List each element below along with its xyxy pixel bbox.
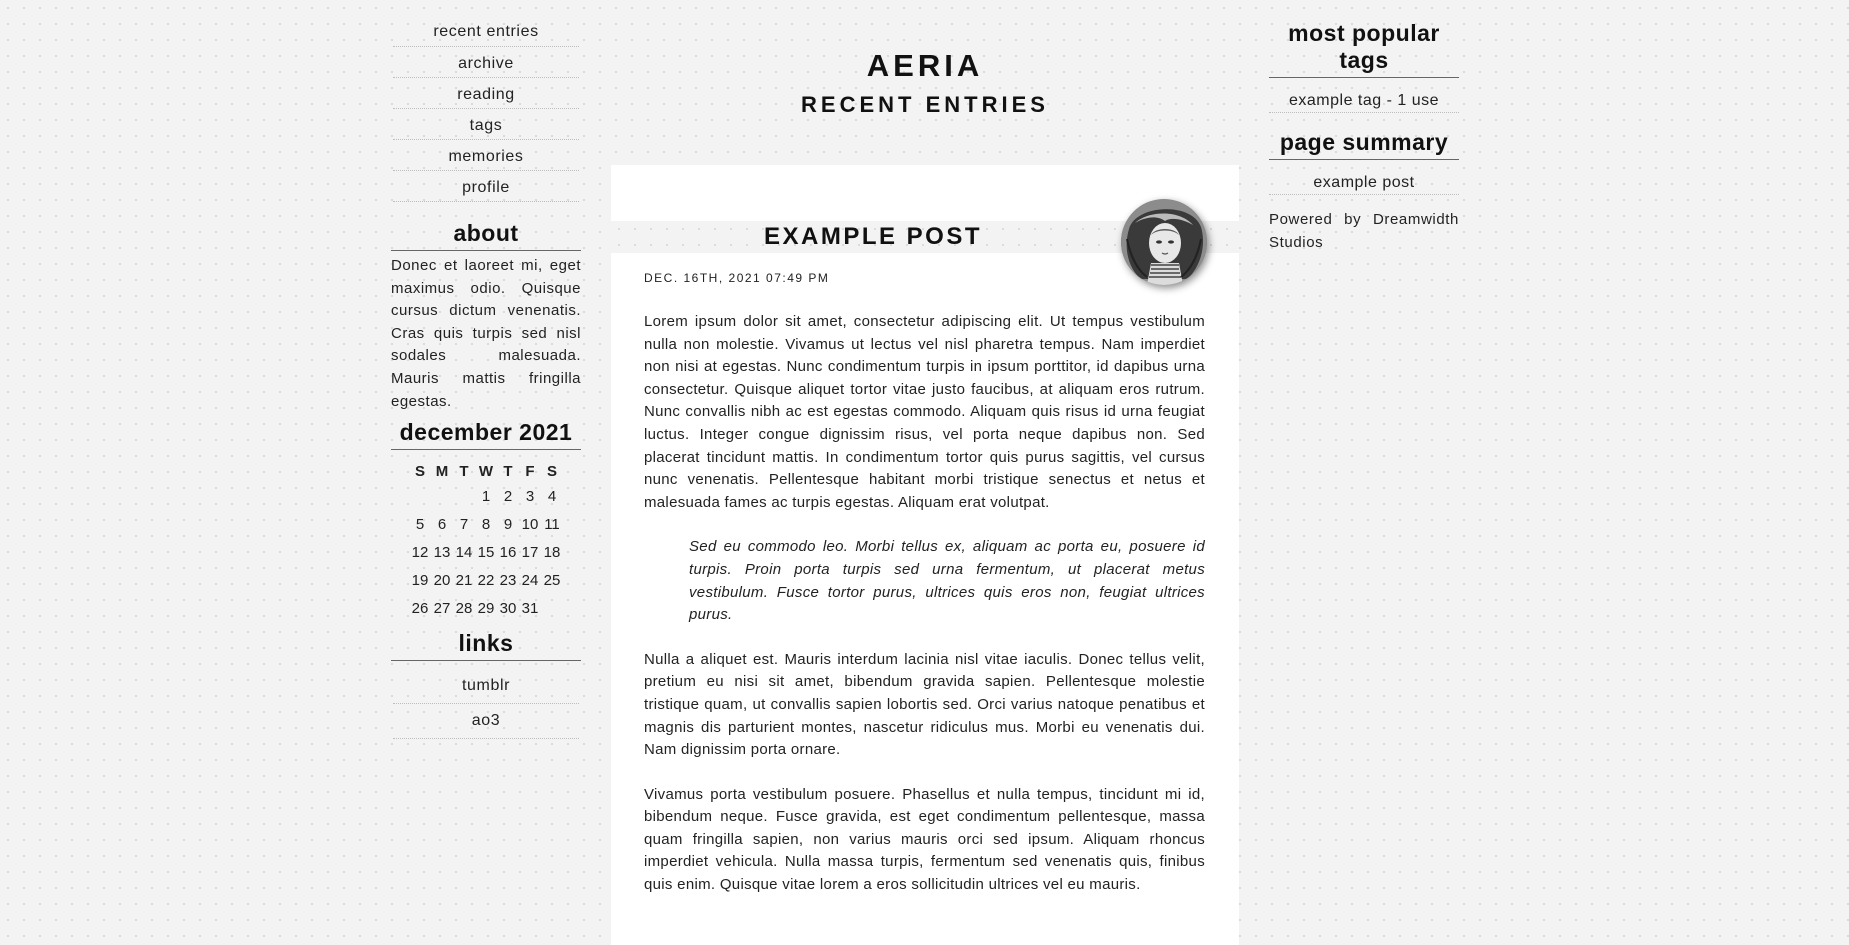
calendar-day: 8 — [481, 515, 491, 533]
entry-date[interactable]: DEC. 16TH, 2021 07:49 PM — [644, 271, 829, 285]
weekday-label: S — [546, 462, 557, 480]
calendar-day: 24 — [521, 571, 539, 589]
calendar-day: 17 — [521, 543, 539, 561]
entry-title[interactable]: EXAMPLE POST — [611, 223, 1135, 251]
main-content: AERIA RECENT ENTRIES EXAMPLE POST DEC. 1… — [611, 0, 1239, 945]
summary-link[interactable]: example post — [1269, 160, 1459, 195]
calendar-day: 5 — [415, 515, 425, 533]
weekday-label: W — [478, 462, 494, 480]
calendar-day: 20 — [433, 571, 451, 589]
calendar-day — [541, 594, 563, 622]
link-ao3[interactable]: ao3 — [393, 708, 579, 740]
calendar-day — [453, 482, 475, 510]
page-title: RECENT ENTRIES — [801, 92, 1049, 117]
weekday-label: T — [503, 462, 513, 480]
calendar-day: 21 — [455, 571, 473, 589]
about-section: about Donec et laoreet mi, eget maximus … — [391, 220, 581, 413]
weekday-label: F — [525, 462, 535, 480]
calendar-day: 27 — [433, 599, 451, 617]
userpic-illustration — [1121, 199, 1207, 285]
calendar-day: 3 — [525, 487, 535, 505]
calendar-day: 15 — [477, 543, 495, 561]
calendar-weekday-row: S M T W T F S — [409, 460, 563, 482]
calendar-day: 12 — [411, 543, 429, 561]
nav-reading[interactable]: reading — [393, 82, 579, 109]
entry-paragraph: Lorem ipsum dolor sit amet, consectetur … — [644, 313, 1205, 511]
calendar-week-row: 1 2 3 4 — [409, 482, 563, 510]
calendar-day: 31 — [521, 599, 539, 617]
calendar-day: 6 — [437, 515, 447, 533]
calendar-section: december 2021 S M T W T F S 1 2 3 4 5 6 … — [391, 419, 581, 622]
summary-title: page summary — [1269, 129, 1459, 160]
about-title: about — [391, 220, 581, 251]
left-sidebar: recent entries archive reading tags memo… — [391, 20, 581, 740]
entry-card: EXAMPLE POST DEC. 16TH, 2021 07:49 PM Lo… — [611, 165, 1239, 945]
weekday-label: S — [414, 462, 425, 480]
entry-blockquote: Sed eu commodo leo. Morbi tellus ex, ali… — [689, 538, 1205, 624]
tags-title: most popular tags — [1269, 20, 1459, 78]
calendar-week-row: 26 27 28 29 30 31 — [409, 594, 563, 622]
weekday-label: M — [435, 462, 449, 480]
weekday-label: T — [459, 462, 469, 480]
calendar-day: 11 — [544, 515, 560, 533]
about-text: Donec et laoreet mi, eget maximus odio. … — [391, 257, 581, 410]
calendar-day: 9 — [503, 515, 513, 533]
calendar-week-row: 5 6 7 8 9 10 11 — [409, 510, 563, 538]
site-title[interactable]: AERIA — [611, 48, 1239, 88]
calendar-day: 18 — [543, 543, 561, 561]
entry-body: Lorem ipsum dolor sit amet, consectetur … — [644, 311, 1205, 919]
calendar-day: 13 — [433, 543, 451, 561]
calendar-day: 30 — [499, 599, 517, 617]
main-navigation: recent entries archive reading tags memo… — [391, 20, 581, 202]
nav-recent-entries[interactable]: recent entries — [393, 20, 579, 47]
calendar-day: 10 — [521, 515, 539, 533]
userpic-icon[interactable] — [1121, 199, 1207, 285]
nav-tags[interactable]: tags — [393, 113, 579, 140]
right-sidebar: most popular tags example tag - 1 use pa… — [1269, 20, 1459, 254]
calendar-day: 26 — [411, 599, 429, 617]
entry-paragraph: Nulla a aliquet est. Mauris interdum lac… — [644, 650, 1205, 759]
nav-memories[interactable]: memories — [393, 144, 579, 171]
calendar-day: 2 — [503, 487, 513, 505]
calendar-day: 19 — [411, 571, 429, 589]
calendar-day: 14 — [455, 543, 473, 561]
calendar-week-row: 19 20 21 22 23 24 25 — [409, 566, 563, 594]
links-section: links tumblr ao3 — [391, 630, 581, 740]
nav-profile[interactable]: profile — [393, 175, 579, 202]
calendar-day: 1 — [481, 487, 491, 505]
powered-by-text[interactable]: Powered by Dreamwidth Studios — [1269, 209, 1459, 254]
entry-paragraph: Vivamus porta vestibulum posuere. Phasel… — [644, 785, 1205, 894]
calendar-title: december 2021 — [391, 419, 581, 451]
nav-archive[interactable]: archive — [393, 51, 579, 78]
calendar-day: 28 — [455, 599, 473, 617]
calendar-table: S M T W T F S 1 2 3 4 5 6 7 8 9 10 11 12… — [409, 460, 563, 622]
calendar-day: 22 — [477, 571, 495, 589]
page-header: AERIA RECENT ENTRIES — [611, 0, 1239, 118]
calendar-day: 7 — [459, 515, 469, 533]
tag-link[interactable]: example tag - 1 use — [1269, 78, 1459, 113]
link-tumblr[interactable]: tumblr — [393, 673, 579, 705]
calendar-day: 29 — [477, 599, 495, 617]
calendar-day: 25 — [543, 571, 561, 589]
links-title: links — [391, 630, 581, 662]
calendar-week-row: 12 13 14 15 16 17 18 — [409, 538, 563, 566]
calendar-day: 23 — [499, 571, 517, 589]
summary-section: page summary example post — [1269, 129, 1459, 195]
calendar-day — [409, 482, 431, 510]
calendar-day: 16 — [499, 543, 517, 561]
calendar-day — [431, 482, 453, 510]
calendar-day: 4 — [547, 487, 557, 505]
tags-section: most popular tags example tag - 1 use — [1269, 20, 1459, 113]
